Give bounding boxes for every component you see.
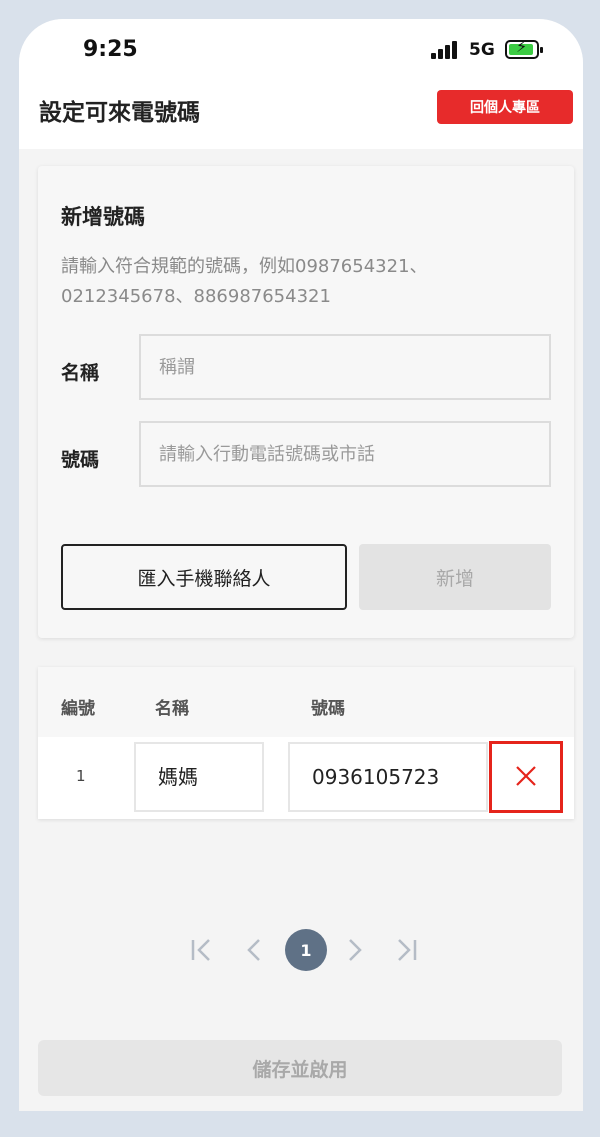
header-index: 編號 [61, 699, 95, 719]
screen: 9:25 5G ⚡ 設定可來電號碼 回個人專區 新增號碼 請輸入符合規範的號碼，… [19, 19, 583, 1111]
header-number: 號碼 [311, 699, 345, 719]
first-page-button[interactable] [181, 929, 221, 971]
last-page-button[interactable] [387, 929, 427, 971]
next-page-icon [349, 939, 362, 961]
table-row: 1 媽媽 0936105723 [38, 737, 574, 819]
row-index: 1 [76, 767, 86, 785]
delete-row-button[interactable] [489, 741, 563, 813]
page-1-button[interactable]: 1 [285, 929, 327, 971]
page-title: 設定可來電號碼 [39, 100, 200, 126]
name-label: 名稱 [61, 362, 100, 384]
row-name-field[interactable]: 媽媽 [134, 742, 264, 812]
add-button[interactable]: 新增 [359, 544, 551, 610]
import-contacts-button[interactable]: 匯入手機聯絡人 [61, 544, 347, 610]
header-name: 名稱 [155, 699, 189, 719]
row-number-field[interactable]: 0936105723 [288, 742, 488, 812]
format-hint: 請輸入符合規範的號碼，例如0987654321、0212345678、88698… [61, 256, 428, 307]
prev-page-button[interactable] [233, 929, 273, 971]
name-input[interactable] [139, 334, 551, 400]
phone-frame: 9:25 5G ⚡ 設定可來電號碼 回個人專區 新增號碼 請輸入符合規範的號碼，… [0, 0, 600, 1137]
add-number-title: 新增號碼 [61, 205, 145, 229]
status-time: 9:25 [83, 37, 138, 62]
number-label: 號碼 [61, 449, 100, 471]
next-page-button[interactable] [335, 929, 375, 971]
first-page-icon [191, 939, 210, 961]
number-input[interactable] [139, 421, 551, 487]
page-header: 設定可來電號碼 回個人專區 [19, 77, 583, 149]
network-label: 5G [469, 40, 495, 60]
status-bar: 9:25 5G ⚡ [19, 19, 583, 77]
signal-icon [431, 41, 461, 59]
save-enable-button[interactable]: 儲存並啟用 [38, 1040, 562, 1096]
prev-page-icon [247, 939, 260, 961]
back-to-profile-button[interactable]: 回個人專區 [437, 90, 573, 124]
battery-charging-icon: ⚡ [505, 39, 543, 59]
last-page-icon [398, 939, 417, 961]
number-table: 編號 名稱 號碼 1 媽媽 0936105723 [38, 667, 574, 819]
delete-x-icon [516, 766, 536, 786]
pagination: 1 [19, 929, 583, 971]
add-number-card: 新增號碼 請輸入符合規範的號碼，例如0987654321、0212345678、… [38, 166, 574, 638]
